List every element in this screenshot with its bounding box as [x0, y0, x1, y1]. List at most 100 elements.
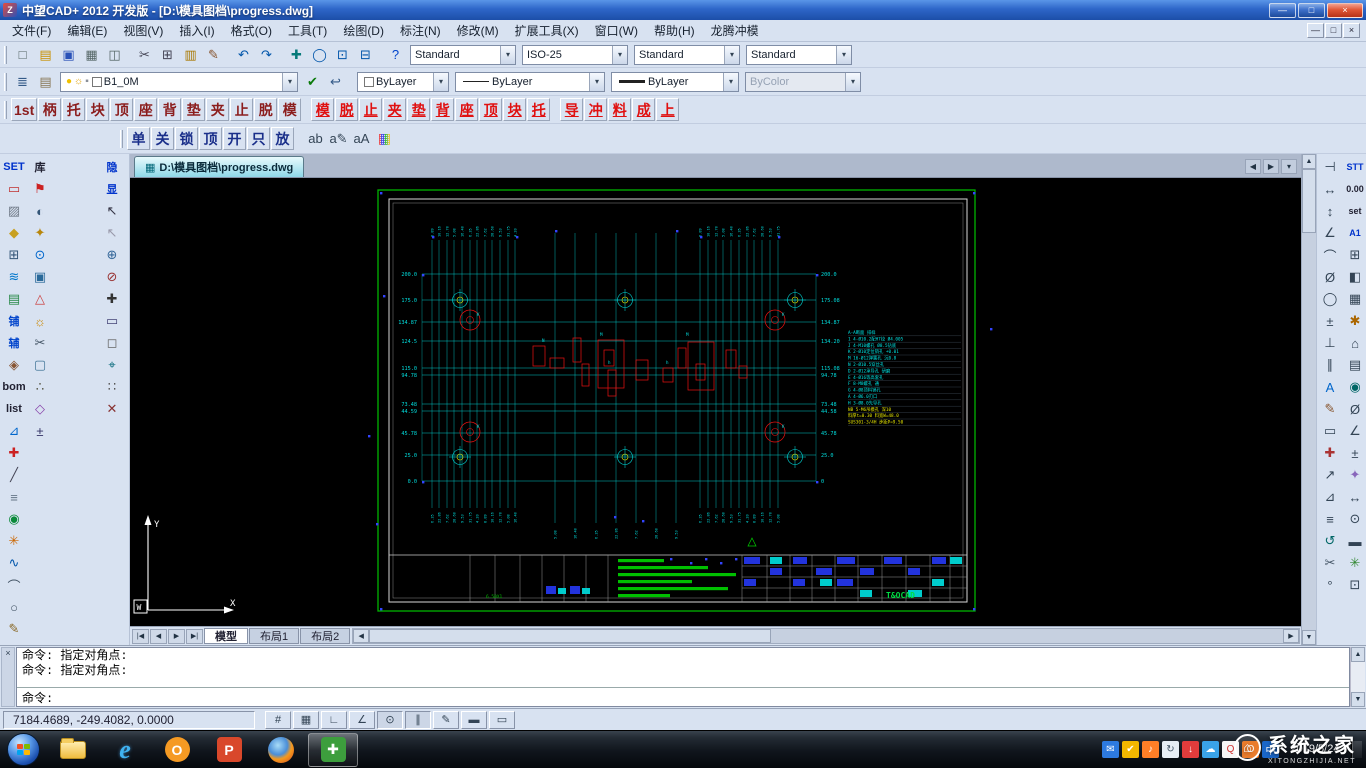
tool-button[interactable]: ◉: [2, 508, 26, 530]
lwt-toggle[interactable]: ▬: [461, 711, 487, 729]
pan-button[interactable]: ✚: [285, 44, 308, 66]
color-combo[interactable]: ByLayer▾: [357, 72, 449, 92]
h-scrollbar[interactable]: ◀▶: [352, 628, 1300, 644]
help-button[interactable]: ?: [384, 44, 407, 66]
zoom-realtime-button[interactable]: ◯: [308, 44, 331, 66]
linetype-combo[interactable]: ByLayer▾: [455, 72, 605, 92]
menu-item-4[interactable]: 插入(I): [171, 20, 222, 41]
menu-item-2[interactable]: 编辑(E): [59, 20, 115, 41]
plot-button[interactable]: ▦: [80, 44, 103, 66]
grid-toggle[interactable]: ▦: [293, 711, 319, 729]
pu-button[interactable]: 铺: [2, 310, 26, 332]
dropdown-arrow-icon[interactable]: ▾: [724, 46, 739, 64]
h-scroll-right-arrow[interactable]: ▶: [1283, 629, 1299, 643]
die-tool-g2-2[interactable]: 脱: [335, 98, 358, 121]
tool-button[interactable]: ⌒: [1318, 244, 1342, 266]
die-tool-g2-10[interactable]: 托: [527, 98, 550, 121]
layout-tab-1[interactable]: 模型: [204, 628, 248, 644]
document-tab[interactable]: ▦ D:\模具图档\progress.dwg: [134, 156, 304, 177]
tool-button[interactable]: ∴: [28, 376, 52, 398]
taskbar-app-powerpoint[interactable]: P: [204, 733, 254, 767]
tab-list-button[interactable]: ▾: [1281, 159, 1297, 174]
die-tool-g1-12[interactable]: 模: [278, 98, 301, 121]
tool-button[interactable]: ✂: [28, 332, 52, 354]
tool-button[interactable]: ◯: [1318, 288, 1342, 310]
set-button[interactable]: SET: [2, 156, 26, 178]
text-find-button[interactable]: ab: [304, 128, 327, 150]
tool-button[interactable]: ▦: [1343, 288, 1366, 310]
tool-button[interactable]: ±: [1343, 442, 1366, 464]
tool-button[interactable]: ▬: [1343, 530, 1366, 552]
show-button[interactable]: 显: [100, 178, 124, 200]
tool-button[interactable]: ▨: [2, 200, 26, 222]
lineweight-combo[interactable]: ByLayer▾: [611, 72, 739, 92]
v-scroll-up-arrow[interactable]: ▲: [1302, 154, 1316, 169]
tool-button[interactable]: set: [1343, 200, 1366, 222]
taskbar-app-ie[interactable]: e: [100, 733, 150, 767]
tool-button[interactable]: ✚: [1318, 442, 1342, 464]
mold-tool-6[interactable]: 只: [247, 127, 270, 150]
zoom-previous-button[interactable]: ⊟: [354, 44, 377, 66]
layer-previous-button[interactable]: ↩: [324, 71, 347, 93]
die-tool-g2-5[interactable]: 垫: [407, 98, 430, 121]
toolbar-grip-2[interactable]: [4, 73, 7, 91]
zoom-window-button[interactable]: ⊡: [331, 44, 354, 66]
plotstyle-combo[interactable]: ByColor▾: [745, 72, 861, 92]
tool-button[interactable]: ⊣: [1318, 156, 1342, 178]
die-tool-g1-3[interactable]: 托: [62, 98, 85, 121]
tray-update-icon[interactable]: ↻: [1162, 741, 1179, 758]
layout-tab-3[interactable]: 布局2: [300, 628, 350, 644]
ortho-toggle[interactable]: ∟: [321, 711, 347, 729]
toolbar-grip-3[interactable]: [4, 101, 7, 119]
command-dock[interactable]: ×: [1, 647, 15, 707]
tool-button[interactable]: ✂: [1318, 552, 1342, 574]
dropdown-arrow-icon[interactable]: ▾: [723, 73, 738, 91]
paste-button[interactable]: ▥: [179, 44, 202, 66]
preview-button[interactable]: ◫: [103, 44, 126, 66]
dropdown-arrow-icon[interactable]: ▾: [589, 73, 604, 91]
snap-toggle[interactable]: #: [265, 711, 291, 729]
otrack-toggle[interactable]: ∥: [405, 711, 431, 729]
save-button[interactable]: ▣: [57, 44, 80, 66]
tool-button[interactable]: ∠: [1343, 420, 1366, 442]
menu-item-10[interactable]: 扩展工具(X): [507, 20, 587, 41]
tool-button[interactable]: ✱: [1343, 310, 1366, 332]
tool-button[interactable]: ∠: [1318, 222, 1342, 244]
h-scroll-track[interactable]: [369, 629, 1283, 643]
die-tool-g3-5[interactable]: 上: [656, 98, 679, 121]
tool-button[interactable]: ◈: [2, 354, 26, 376]
tool-button[interactable]: Ø: [1318, 266, 1342, 288]
mdi-restore-button[interactable]: □: [1325, 23, 1342, 38]
command-scroll-track[interactable]: [1351, 662, 1365, 692]
tray-download-icon[interactable]: ↓: [1182, 741, 1199, 758]
tool-button[interactable]: ▣: [28, 266, 52, 288]
start-button[interactable]: [7, 733, 40, 766]
tool-button[interactable]: A: [1318, 376, 1342, 398]
die-tool-g1-9[interactable]: 夹: [206, 98, 229, 121]
mold-tool-4[interactable]: 顶: [199, 127, 222, 150]
tool-button[interactable]: ≋: [2, 266, 26, 288]
die-tool-g2-6[interactable]: 背: [431, 98, 454, 121]
menu-item-8[interactable]: 标注(N): [392, 20, 449, 41]
polar-toggle[interactable]: ∠: [349, 711, 375, 729]
tool-button[interactable]: ✦: [28, 222, 52, 244]
close-button[interactable]: ×: [1327, 3, 1363, 18]
cut-button[interactable]: ✂: [133, 44, 156, 66]
dim-style-combo[interactable]: ISO-25▾: [522, 45, 628, 65]
tool-button[interactable]: ⊕: [100, 244, 124, 266]
match-properties-button[interactable]: ✎: [202, 44, 225, 66]
die-tool-g2-4[interactable]: 夹: [383, 98, 406, 121]
tool-button[interactable]: °: [1318, 574, 1342, 596]
mold-tool-1[interactable]: 单: [127, 127, 150, 150]
tool-button[interactable]: ∷: [100, 376, 124, 398]
toolbar-grip[interactable]: [4, 46, 7, 64]
tool-button[interactable]: ↖: [100, 200, 124, 222]
tool-button[interactable]: ✎: [2, 618, 26, 640]
tool-button[interactable]: ▭: [100, 310, 124, 332]
dyn-toggle[interactable]: ✎: [433, 711, 459, 729]
tool-button[interactable]: ≡: [2, 486, 26, 508]
tool-button[interactable]: ±: [1318, 310, 1342, 332]
dropdown-arrow-icon[interactable]: ▾: [836, 46, 851, 64]
new-button[interactable]: □: [11, 44, 34, 66]
layout-nav-1[interactable]: |◀: [132, 629, 149, 644]
